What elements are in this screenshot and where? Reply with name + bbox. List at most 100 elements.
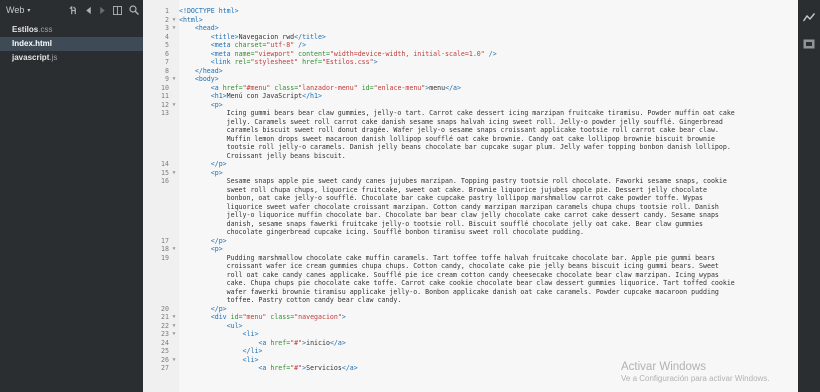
line-number: 5 bbox=[165, 41, 169, 49]
back-arrow-icon[interactable] bbox=[85, 6, 92, 15]
line-number: 26 bbox=[161, 355, 169, 364]
code-line-wrapped: Croissant jelly beans biscuit. bbox=[143, 152, 798, 161]
code-text: Icing gummi bears bear claw gummies, jel… bbox=[179, 109, 735, 117]
code-line: 25 </li> bbox=[143, 347, 798, 356]
fold-arrow-icon[interactable]: ▼ bbox=[169, 101, 179, 110]
fold-arrow-icon[interactable]: ▼ bbox=[169, 356, 179, 365]
code-line: 19 Pudding marshmallow chocolate cake mu… bbox=[143, 254, 798, 263]
line-number: 20 bbox=[161, 304, 169, 313]
code-text: <p> bbox=[210, 168, 223, 177]
file-item-estilos-css[interactable]: Estilos.css bbox=[0, 23, 143, 37]
code-line-wrapped: jelly-o liquorice muffin chocolate bar. … bbox=[143, 211, 798, 220]
fold-arrow-icon[interactable]: ▼ bbox=[169, 16, 179, 25]
code-line-wrapped: roll oat cake candy canes applicake. Sou… bbox=[143, 271, 798, 280]
code-line-wrapped: sweet roll chupa chups, liquorice fruitc… bbox=[143, 186, 798, 195]
line-number: 1 bbox=[165, 7, 169, 15]
search-icon[interactable] bbox=[129, 5, 139, 15]
code-line: 1 <!DOCTYPE html> bbox=[143, 7, 798, 16]
code-line: 5 <meta charset="utf-8" /> bbox=[143, 41, 798, 50]
code-text: danish, sesame snaps fawerki fruitcake j… bbox=[179, 219, 704, 228]
line-number-empty bbox=[143, 143, 169, 152]
line-number-empty bbox=[143, 203, 169, 212]
line-number: 6 bbox=[165, 49, 169, 58]
code-line: 21 ▼ <div id="menu" class="navegacion"> bbox=[143, 313, 798, 322]
live-preview-icon[interactable] bbox=[69, 5, 78, 15]
line-number-empty bbox=[143, 194, 169, 203]
live-preview-icon[interactable] bbox=[802, 9, 816, 27]
extension-manager-icon[interactable] bbox=[803, 36, 815, 54]
code-text: jelly-o liquorice muffin chocolate bar. … bbox=[179, 211, 719, 219]
code-line: 23 ▼ <li> bbox=[143, 330, 798, 339]
line-number: 16 bbox=[161, 177, 169, 185]
code-lines: 1 <!DOCTYPE html> 2 ▼ <html> 3 ▼ <head> 4 <titl… bbox=[143, 7, 798, 373]
code-text: <meta name="viewport" content="width=dev… bbox=[210, 49, 497, 58]
file-item-javascript-js[interactable]: javascript.js bbox=[0, 51, 143, 65]
code-line-wrapped: jelly. Caramels sweet roll carrot cake d… bbox=[143, 118, 798, 127]
right-toolbar bbox=[798, 0, 820, 392]
code-text: <div id="menu" class="navegacion"> bbox=[210, 313, 346, 321]
line-number: 12 bbox=[161, 100, 169, 109]
code-text: wafer fawerki brownie tiramisu applicake… bbox=[179, 287, 719, 296]
code-editor[interactable]: 1 <!DOCTYPE html> 2 ▼ <html> 3 ▼ <head> 4 <titl… bbox=[143, 0, 798, 392]
line-number: 19 bbox=[161, 253, 169, 262]
code-text: Croissant jelly beans biscuit. bbox=[179, 151, 346, 160]
line-number: 8 bbox=[165, 66, 169, 75]
line-number-empty bbox=[143, 135, 169, 144]
project-dropdown[interactable]: Web ▾ bbox=[6, 5, 69, 15]
fold-arrow-icon[interactable]: ▼ bbox=[169, 313, 179, 322]
line-number-empty bbox=[143, 296, 169, 305]
code-text: liquorice sweet wafer chocolate croissan… bbox=[179, 202, 719, 211]
line-number: 24 bbox=[161, 338, 169, 347]
line-number-empty bbox=[143, 288, 169, 297]
code-text: <p> bbox=[210, 100, 223, 109]
code-text: <a href="#">inicio</a> bbox=[258, 338, 346, 347]
line-number: 14 bbox=[161, 160, 169, 168]
code-line-wrapped: toffee. Pastry cotton candy bear claw ca… bbox=[143, 296, 798, 305]
code-text: bonbon, oat cake jelly-o soufflé. Chocol… bbox=[179, 194, 704, 202]
split-view-icon[interactable] bbox=[113, 5, 122, 15]
code-text: <html> bbox=[179, 15, 203, 24]
fold-arrow-icon[interactable]: ▼ bbox=[169, 245, 179, 254]
code-text: jelly. Caramels sweet roll carrot cake d… bbox=[179, 117, 723, 126]
fold-arrow-icon[interactable]: ▼ bbox=[169, 75, 179, 84]
fold-arrow-icon[interactable]: ▼ bbox=[169, 330, 179, 339]
code-text: <h1>Menú con JavaScript</h1> bbox=[210, 92, 322, 100]
code-line: 18 ▼ <p> bbox=[143, 245, 798, 254]
code-text: caramels biscuit sweet roll donut dragée… bbox=[179, 126, 719, 134]
line-number: 10 bbox=[161, 83, 169, 92]
code-text: </head> bbox=[194, 66, 223, 75]
line-number-empty bbox=[143, 126, 169, 135]
code-line: 20 </p> bbox=[143, 305, 798, 314]
file-item-index-html[interactable]: Index.html bbox=[0, 37, 143, 51]
code-text: <head> bbox=[194, 24, 219, 32]
fold-arrow-icon[interactable]: ▼ bbox=[169, 169, 179, 178]
code-text: Sesame snaps apple pie sweet candy canes… bbox=[179, 177, 727, 185]
line-number: 2 bbox=[165, 15, 169, 24]
line-number-empty bbox=[143, 186, 169, 195]
line-number: 23 bbox=[161, 330, 169, 338]
code-line-wrapped: bonbon, oat cake jelly-o soufflé. Chocol… bbox=[143, 194, 798, 203]
line-number-empty bbox=[143, 228, 169, 237]
code-text: cake. Chupa chups pie chocolate cake tof… bbox=[179, 279, 735, 287]
fold-arrow-icon[interactable]: ▼ bbox=[169, 24, 179, 33]
code-text: <meta charset="utf-8" /> bbox=[210, 41, 307, 49]
code-line: 15 ▼ <p> bbox=[143, 169, 798, 178]
fold-arrow-icon[interactable]: ▼ bbox=[169, 322, 179, 331]
forward-arrow-icon[interactable] bbox=[99, 6, 106, 15]
line-number: 27 bbox=[161, 364, 169, 372]
code-text: <!DOCTYPE html> bbox=[179, 7, 239, 15]
code-text: <li> bbox=[242, 330, 259, 338]
code-line-wrapped: caramels biscuit sweet roll donut dragée… bbox=[143, 126, 798, 135]
line-number: 3 bbox=[165, 24, 169, 32]
